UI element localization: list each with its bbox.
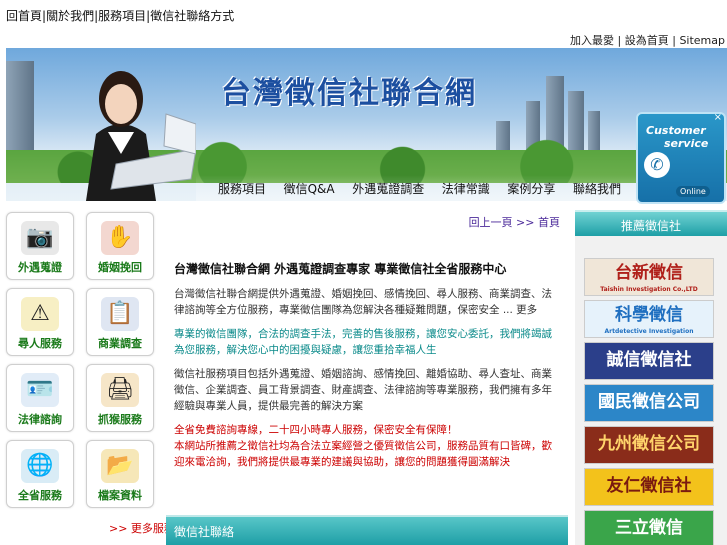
cs-line1: Customer: [646, 124, 706, 137]
sidebar-title: 推薦徵信社: [620, 219, 681, 233]
service-tile[interactable]: ⚠ 尋人服務: [6, 288, 74, 356]
agency-logo[interactable]: 友仁徵信社: [584, 468, 714, 506]
cs-line2: service: [664, 137, 709, 150]
article-notice: 本網站所推薦之徵信社均為合法立案經營之優質徵信公司，服務品質有口皆碑，歡迎來電洽…: [174, 440, 552, 468]
top-link-home[interactable]: 回首頁: [6, 9, 42, 23]
nav-faq[interactable]: 徵信Q&A: [284, 180, 335, 197]
service-tile[interactable]: 🌐 全省服務: [6, 440, 74, 508]
service-tile[interactable]: 📂 檔案資料: [86, 440, 154, 508]
nav-law[interactable]: 法律常識: [442, 180, 490, 197]
agency-logo[interactable]: 台新徵信 Taishin Investigation Co.,LTD: [584, 258, 714, 296]
agency-logo[interactable]: 三立徵信: [584, 510, 714, 545]
service-tile[interactable]: 📋 商業調查: [86, 288, 154, 356]
agency-logo-subtitle: Taishin Investigation Co.,LTD: [600, 286, 698, 293]
nav-contact[interactable]: 聯絡我們: [573, 180, 621, 197]
agency-logo-subtitle: Artdetective Investigation: [604, 328, 694, 335]
globe-icon: 🌐: [21, 449, 59, 483]
sitemap-link[interactable]: Sitemap: [679, 34, 725, 47]
agency-logo-name: 九州徵信公司: [598, 434, 700, 454]
main-content: 回上一頁 >> 首頁 台灣徵信社聯合網 外遇蒐證調查專家 專業徵信社全省服務中心…: [166, 210, 568, 515]
article-paragraph: 台灣徵信社聯合網提供外遇蒐證、婚姻挽回、感情挽回、尋人服務、商業調查、法律諮詢等…: [174, 288, 552, 316]
customer-service-widget[interactable]: × Customer service ✆ Online: [636, 112, 726, 204]
agency-logo[interactable]: 九州徵信公司: [584, 426, 714, 464]
agency-logo-name: 台新徵信: [615, 263, 683, 283]
header-banner: 台灣徵信社聯合網 服務項目 徵信Q&A 外遇蒐證調查 法律常識 案例分享 聯絡我…: [6, 48, 727, 201]
top-links: 回首頁|關於我們|服務項目|徵信社聯絡方式: [6, 9, 235, 23]
camera-icon: 📷: [21, 221, 59, 255]
printer-icon: 🖨: [101, 373, 139, 407]
top-link-services[interactable]: 服務項目: [98, 9, 146, 23]
service-tile[interactable]: 📷 外遇蒐證: [6, 212, 74, 280]
service-tile-label: 抓猴服務: [98, 413, 142, 426]
close-icon[interactable]: ×: [714, 112, 722, 123]
service-tile[interactable]: 🪪 法律諮詢: [6, 364, 74, 432]
article-notice: 全省免費諮詢專線，二十四小時專人服務，保密安全有保障！: [174, 424, 458, 436]
agency-logo-name: 友仁徵信社: [606, 476, 692, 496]
service-tile-label: 尋人服務: [18, 337, 62, 350]
nav-affair[interactable]: 外遇蒐證調查: [352, 180, 424, 197]
phone-icon: ✆: [644, 152, 670, 178]
site-title: 台灣徵信社聯合網: [221, 76, 477, 111]
online-status: Online: [676, 186, 710, 197]
agency-logo[interactable]: 誠信徵信社: [584, 342, 714, 380]
service-tile[interactable]: 🖨 抓猴服務: [86, 364, 154, 432]
service-tile-label: 婚姻挽回: [98, 261, 142, 274]
folder-icon: 📂: [101, 449, 139, 483]
woman-with-laptop-image: [86, 71, 196, 201]
service-tile-label: 全省服務: [18, 489, 62, 502]
add-favorite-link[interactable]: 加入最愛: [570, 34, 614, 47]
agency-logo-name: 三立徵信: [615, 518, 683, 538]
article-title: 台灣徵信社聯合網 外遇蒐證調查專家 專業徵信社全省服務中心: [174, 262, 507, 276]
set-homepage-link[interactable]: 設為首頁: [625, 34, 669, 47]
agency-logo[interactable]: 國民徵信公司: [584, 384, 714, 422]
warning-icon: ⚠: [21, 297, 59, 331]
agency-logo-name: 誠信徵信社: [606, 350, 692, 370]
hand-stop-icon: ✋: [101, 221, 139, 255]
main-nav: 服務項目 徵信Q&A 外遇蒐證調查 法律常識 案例分享 聯絡我們: [196, 175, 641, 201]
nav-services[interactable]: 服務項目: [218, 180, 266, 197]
service-tile-label: 法律諮詢: [18, 413, 62, 426]
service-tile-label: 檔案資料: [98, 489, 142, 502]
article-paragraph: 徵信社服務項目包括外遇蒐證、婚姻諮詢、感情挽回、離婚協助、尋人查址、商業徵信、企…: [174, 368, 552, 412]
agency-logo-name: 國民徵信公司: [598, 392, 700, 412]
agency-logo[interactable]: 科學徵信 Artdetective Investigation: [584, 300, 714, 338]
section-header: 徵信社聯絡: [166, 515, 568, 545]
id-card-icon: 🪪: [21, 373, 59, 407]
service-tile-label: 外遇蒐證: [18, 261, 62, 274]
service-tile-label: 商業調查: [98, 337, 142, 350]
top-link-about[interactable]: 關於我們: [46, 9, 94, 23]
document-icon: 📋: [101, 297, 139, 331]
right-sidebar: 推薦徵信社 台新徵信 Taishin Investigation Co.,LTD 科…: [575, 210, 727, 545]
utility-links: 加入最愛 | 設為首頁 | Sitemap: [570, 34, 725, 47]
article-highlight: 專業的徵信團隊，合法的調查手法，完善的售後服務，讓您安心委託，我們將竭誠為您服務…: [174, 328, 552, 356]
service-tile[interactable]: ✋ 婚姻挽回: [86, 212, 154, 280]
nav-cases[interactable]: 案例分享: [507, 180, 555, 197]
top-link-contact[interactable]: 徵信社聯絡方式: [150, 9, 234, 23]
sidebar-header: 推薦徵信社: [575, 210, 727, 236]
breadcrumb[interactable]: 回上一頁 >> 首頁: [469, 214, 560, 230]
agency-logo-name: 科學徵信: [615, 305, 683, 325]
section-title: 徵信社聯絡: [174, 525, 235, 539]
